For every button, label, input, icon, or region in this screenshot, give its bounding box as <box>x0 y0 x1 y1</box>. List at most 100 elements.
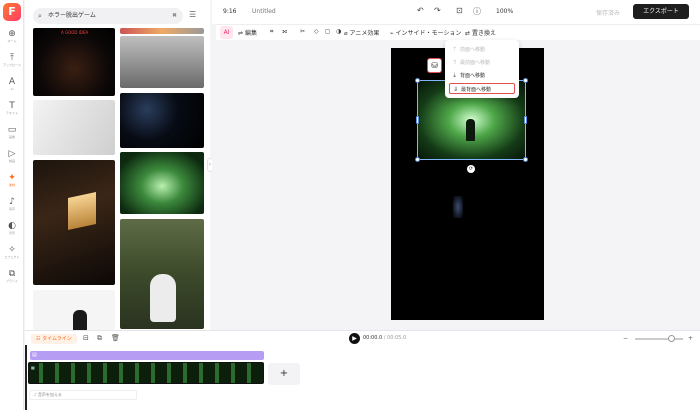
resize-handle-bottom-right[interactable] <box>523 157 528 162</box>
text-track[interactable]: ▤ <box>30 351 264 360</box>
animation-label: アニメ効果 <box>349 30 380 37</box>
menu-item-label: 背面へ移動 <box>460 73 486 79</box>
rail-item-background[interactable]: ◐ 背景 <box>0 218 24 242</box>
duplicate-icon[interactable]: ⧉ <box>97 334 102 343</box>
zoom-slider-knob[interactable] <box>668 335 675 342</box>
opacity-icon[interactable]: ◻ <box>325 28 330 35</box>
rail-item-home[interactable]: ⊕ ホーム <box>0 26 24 50</box>
asset-thumbnail[interactable] <box>33 290 115 330</box>
timeline-tab[interactable]: ☷ タイムライン <box>31 334 77 344</box>
running-figure <box>466 119 475 141</box>
rail-label: テキスト <box>6 111 18 115</box>
redo-icon[interactable]: ↷ <box>434 6 441 15</box>
delete-icon[interactable]: 🗑 <box>111 334 120 342</box>
layer-order-button[interactable]: ⛁ <box>427 58 442 73</box>
animation-button[interactable]: ⌀ アニメ効果 <box>344 28 379 37</box>
export-button[interactable]: エクスポート <box>633 4 689 19</box>
inside-motion-button[interactable]: ⌁ インサイド・モーション <box>390 28 461 37</box>
rail-label: エフェクト <box>4 255 20 259</box>
ghost-figure <box>150 274 176 322</box>
track-icon: ▤ <box>32 352 37 358</box>
timeline-zoom-slider[interactable] <box>635 338 683 340</box>
add-clip-button[interactable]: + <box>268 363 300 385</box>
resize-handle-top-left[interactable] <box>415 78 420 83</box>
rail-item-image[interactable]: ▭ 画像 <box>0 122 24 146</box>
video-icon: ▷ <box>8 149 16 159</box>
zoom-out-icon[interactable]: − <box>623 335 628 342</box>
resize-handle-bottom-left[interactable] <box>415 157 420 162</box>
rail-item-elements[interactable]: ✦ 素材 <box>0 170 24 194</box>
edit-button[interactable]: ⇌ 編集 <box>238 28 257 37</box>
rail-item-audio[interactable]: ♪ 音声 <box>0 194 24 218</box>
rotate-handle[interactable]: ⟳ <box>467 165 475 173</box>
rail-label: ブランド <box>5 279 18 283</box>
asset-thumbnail[interactable]: A GOOD IDEA <box>33 28 115 96</box>
rail-label: 素材 <box>8 183 15 187</box>
send-to-back-icon: ⇓ <box>453 86 459 93</box>
image-icon: ▭ <box>7 125 17 135</box>
play-button[interactable]: ▶ <box>349 333 360 344</box>
app-logo[interactable]: F <box>3 3 21 21</box>
video-track[interactable]: ▦ <box>28 362 264 384</box>
rail-item-brand[interactable]: ⧉ ブランド <box>0 266 24 290</box>
search-bar[interactable]: ⌕ ホラー脱出ゲーム ✖ <box>33 8 183 24</box>
inside-motion-label: インサイド・モーション <box>395 30 462 37</box>
rail-item-video[interactable]: ▷ 動画 <box>0 146 24 170</box>
asset-thumbnail[interactable] <box>120 36 204 88</box>
asset-thumbnail[interactable] <box>120 28 204 34</box>
save-status: 保存済み <box>596 10 621 17</box>
menu-item-bring-to-front[interactable]: ⇑ 最前面へ移動 <box>449 57 515 68</box>
music-note-icon: ♪ <box>34 392 37 397</box>
asset-thumbnail[interactable] <box>33 160 115 285</box>
bring-forward-icon: ⇡ <box>452 46 458 53</box>
layer-icon[interactable]: ◑ <box>336 28 341 35</box>
split-icon[interactable]: ⊟ <box>83 334 89 342</box>
filter-icon[interactable]: ☰ <box>189 10 196 19</box>
audio-placeholder: 音声を加える <box>37 392 62 397</box>
app-window: F ⊕ ホーム ⤒ アップロード A AI T テキスト ▭ 画像 ▷ 動画 ✦… <box>0 0 700 410</box>
rail-item-text[interactable]: T テキスト <box>0 98 24 122</box>
crop-icon[interactable]: ⌗ <box>270 28 273 36</box>
asset-panel: ⌕ ホラー脱出ゲーム ✖ ☰ A GOOD IDEA <box>25 0 210 330</box>
ai-tool-button[interactable]: AI <box>220 26 233 39</box>
asset-thumbnail[interactable] <box>120 219 204 329</box>
resize-handle-right[interactable] <box>524 116 527 124</box>
screen-icon[interactable]: ⊡ <box>456 6 463 15</box>
replace-button[interactable]: ⇄ 置き換え <box>465 28 496 37</box>
playhead[interactable] <box>25 345 27 410</box>
resize-handle-left[interactable] <box>416 116 419 124</box>
menu-item-send-to-back[interactable]: ⇓ 最背面へ移動 <box>449 83 515 94</box>
asset-thumbnail[interactable] <box>120 93 204 148</box>
rail-item-ai[interactable]: A AI <box>0 74 24 98</box>
resize-handle-top-right[interactable] <box>523 78 528 83</box>
menu-item-send-backward[interactable]: ⇣ 背面へ移動 <box>449 70 515 81</box>
shape-icon[interactable]: ◇ <box>314 28 319 35</box>
menu-item-bring-forward[interactable]: ⇡ 前面へ移動 <box>449 44 515 55</box>
aspect-ratio-select[interactable]: 9:16 <box>223 8 236 15</box>
text-icon: T <box>9 101 15 111</box>
clip-icon: ▦ <box>31 365 35 370</box>
layer-context-menu: ⇡ 前面へ移動 ⇑ 最前面へ移動 ⇣ 背面へ移動 ⇓ 最背面へ移動 <box>445 40 519 98</box>
edit-label: 編集 <box>244 30 257 37</box>
help-icon[interactable]: ⓘ <box>473 6 481 17</box>
total-time: / 00:05.0 <box>383 335 407 341</box>
zoom-in-icon[interactable]: + <box>688 335 693 342</box>
undo-icon[interactable]: ↶ <box>417 6 424 15</box>
search-input[interactable]: ホラー脱出ゲーム <box>48 8 96 24</box>
add-audio-track[interactable]: ♪ 音声を加える <box>29 390 137 400</box>
send-backward-icon: ⇣ <box>452 72 458 79</box>
rail-label: 背景 <box>8 231 15 235</box>
zoom-select[interactable]: 100% <box>496 8 513 15</box>
asset-thumbnail[interactable] <box>33 100 115 155</box>
project-title[interactable]: Untitled <box>252 8 276 15</box>
rail-item-effects[interactable]: ✧ エフェクト <box>0 242 24 266</box>
remove-bg-icon[interactable]: ✂ <box>300 28 305 35</box>
rail-label: ホーム <box>7 39 17 43</box>
flip-icon[interactable]: ⟗ <box>282 28 287 36</box>
clear-icon[interactable]: ✖ <box>172 8 177 24</box>
asset-thumbnail[interactable] <box>120 152 204 214</box>
small-figure-element[interactable] <box>453 196 463 218</box>
edit-toolbar: AI ⇌ 編集 ⌗ ⟗ ✂ ◇ ◻ ◑ ⌀ アニメ効果 ⌁ インサイド・モーショ… <box>216 24 700 40</box>
rail-item-upload[interactable]: ⤒ アップロード <box>0 50 24 74</box>
menu-item-label: 最前面へ移動 <box>460 60 491 66</box>
